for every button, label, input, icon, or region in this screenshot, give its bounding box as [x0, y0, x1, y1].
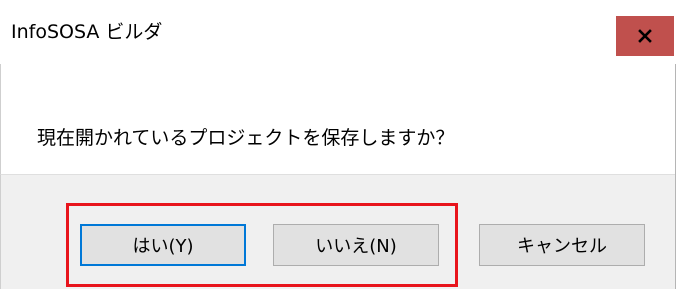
dialog-title: InfoSOSA ビルダ [11, 21, 163, 43]
dialog-content: 現在開かれているプロジェクトを保存しますか？ [0, 64, 675, 174]
title-bar[interactable]: InfoSOSA ビルダ [0, 0, 676, 64]
no-button[interactable]: いいえ(N) [273, 224, 439, 266]
yes-button[interactable]: はい(Y) [80, 224, 246, 266]
button-area: はい(Y) いいえ(N) キャンセル [0, 174, 675, 289]
close-icon [638, 29, 652, 43]
close-button[interactable] [616, 16, 674, 56]
dialog-window: InfoSOSA ビルダ 現在開かれているプロジェクトを保存しますか？ はい(Y… [0, 0, 676, 289]
dialog-message: 現在開かれているプロジェクトを保存しますか？ [37, 127, 455, 149]
cancel-button[interactable]: キャンセル [479, 224, 645, 266]
